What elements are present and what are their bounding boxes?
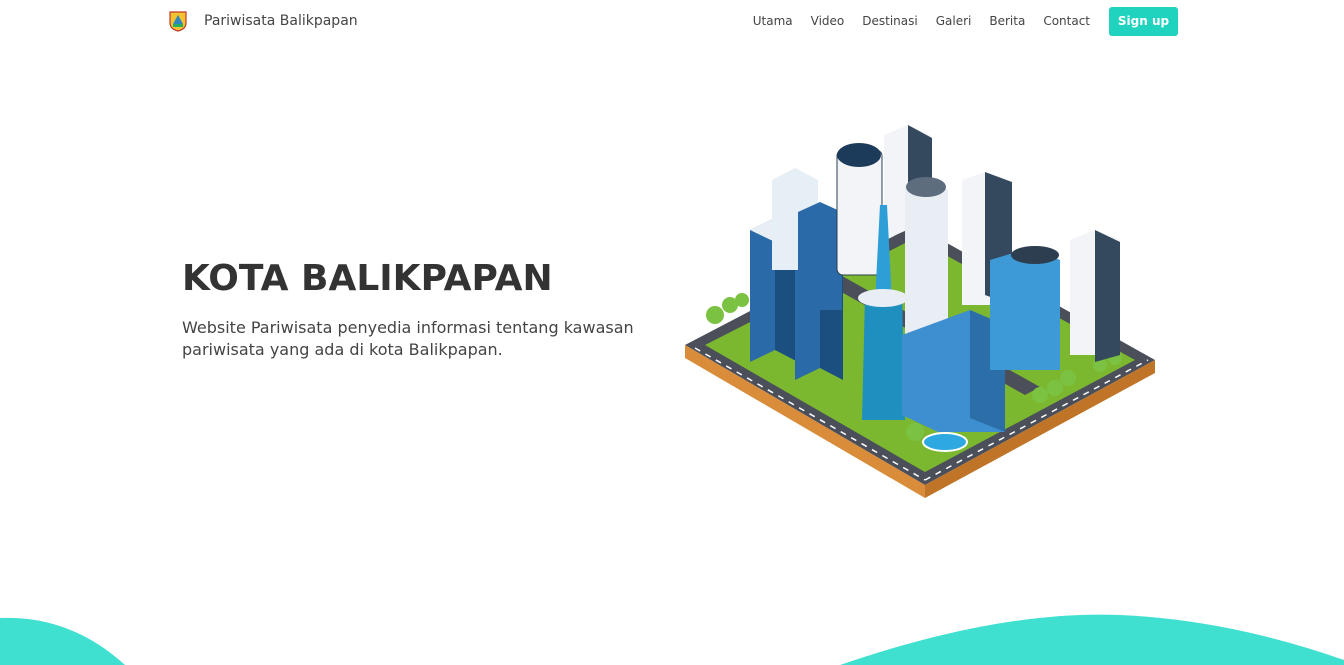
city-emblem-icon — [169, 11, 187, 32]
nav-link-video[interactable]: Video — [811, 14, 845, 28]
nav-link-berita[interactable]: Berita — [989, 14, 1025, 28]
isometric-city-icon — [685, 125, 1155, 498]
top-navbar: Pariwisata Balikpapan Utama Video Destin… — [0, 0, 1344, 44]
footer-wave — [0, 614, 1344, 665]
brand-link[interactable]: Pariwisata Balikpapan — [168, 10, 358, 32]
nav-link-utama[interactable]: Utama — [753, 14, 793, 28]
hero-title: KOTA BALIKPAPAN — [182, 258, 553, 299]
main-nav: Utama Video Destinasi Galeri Berita Cont… — [753, 14, 1090, 28]
nav-link-contact[interactable]: Contact — [1043, 14, 1090, 28]
signup-button[interactable]: Sign up — [1109, 7, 1178, 36]
nav-link-galeri[interactable]: Galeri — [936, 14, 972, 28]
brand-name: Pariwisata Balikpapan — [204, 13, 358, 29]
hero-subtitle: Website Pariwisata penyedia informasi te… — [182, 318, 634, 359]
nav-link-destinasi[interactable]: Destinasi — [862, 14, 917, 28]
